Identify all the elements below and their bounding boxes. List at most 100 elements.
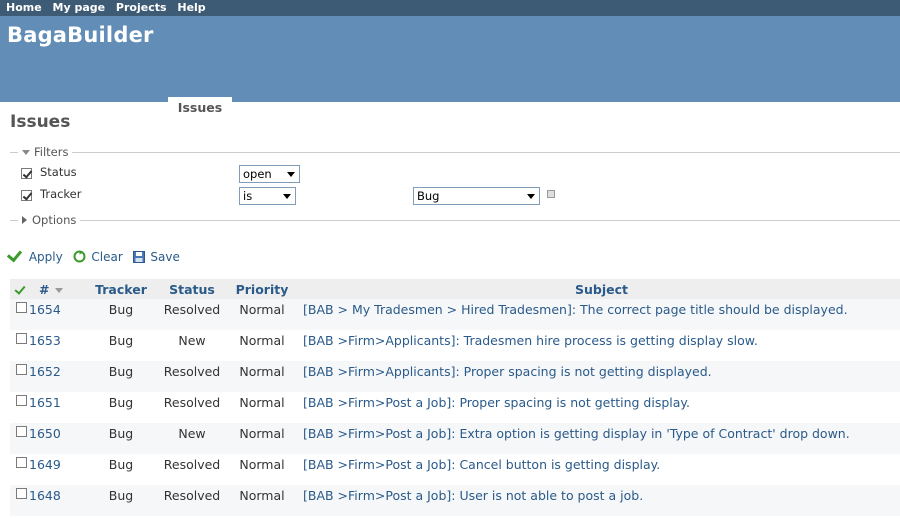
- issue-id-link[interactable]: 1650: [29, 426, 61, 441]
- tab-wiki[interactable]: Wiki: [629, 97, 680, 118]
- issue-subject-link[interactable]: [BAB >Firm>Applicants]: Tradesmen hire p…: [303, 333, 758, 348]
- issue-subject-link[interactable]: [BAB >Firm>Post a Job]: Proper spacing i…: [303, 395, 690, 410]
- issue-priority: Normal: [239, 364, 285, 379]
- issue-status: Resolved: [163, 395, 221, 410]
- issue-status: Resolved: [163, 302, 221, 317]
- table-row[interactable]: 1650 Bug New Normal [BAB >Firm>Post a Jo…: [10, 423, 900, 454]
- row-checkbox[interactable]: [16, 426, 27, 437]
- checkmark-icon: [6, 246, 23, 263]
- issue-id-link[interactable]: 1654: [29, 302, 61, 317]
- tab-documents[interactable]: Documents: [529, 97, 628, 118]
- app-title: BagaBuilder: [7, 23, 154, 47]
- page-title: Issues: [10, 112, 71, 132]
- issue-id-link[interactable]: 1652: [29, 364, 61, 379]
- top-menu-home[interactable]: Home: [6, 0, 42, 15]
- apply-button[interactable]: Apply: [6, 246, 67, 264]
- tab-issues[interactable]: Issues: [167, 97, 233, 118]
- options-legend[interactable]: Options: [18, 213, 81, 227]
- top-menu: Home My page Projects Help: [0, 0, 900, 16]
- chevron-down-icon: [287, 172, 295, 177]
- tab-gantt[interactable]: Gantt: [326, 97, 386, 118]
- issue-subject-link[interactable]: [BAB >Firm>Post a Job]: User is not able…: [303, 488, 643, 503]
- issue-tracker: Bug: [108, 302, 134, 317]
- status-operator-select[interactable]: open: [239, 165, 300, 183]
- column-header-priority[interactable]: Priority: [227, 279, 297, 299]
- top-menu-my-page[interactable]: My page: [53, 0, 106, 15]
- top-menu-help[interactable]: Help: [177, 0, 205, 15]
- issue-status: Resolved: [163, 457, 221, 472]
- issue-subject-link[interactable]: [BAB >Firm>Applicants]: Proper spacing i…: [303, 364, 712, 379]
- top-menu-projects[interactable]: Projects: [116, 0, 167, 15]
- tab-files[interactable]: Files: [681, 97, 734, 118]
- column-header-tracker[interactable]: Tracker: [85, 279, 157, 299]
- floppy-disk-icon: [132, 251, 145, 263]
- chevron-down-icon: [527, 194, 535, 199]
- issue-subject-link[interactable]: [BAB >Firm>Post a Job]: Extra option is …: [303, 426, 850, 441]
- tracker-filter-label: Tracker: [40, 187, 82, 201]
- checkmark-icon: [13, 282, 26, 295]
- row-checkbox[interactable]: [16, 488, 27, 499]
- issue-subject-link[interactable]: [BAB >Firm>Post a Job]: Cancel button is…: [303, 457, 660, 472]
- clear-button[interactable]: Clear: [73, 250, 127, 264]
- issue-id-link[interactable]: 1653: [29, 333, 61, 348]
- tab-news[interactable]: News: [470, 97, 528, 118]
- status-filter-checkbox[interactable]: [21, 168, 32, 179]
- tab-repository[interactable]: Repository: [735, 97, 831, 118]
- issue-tracker: Bug: [108, 426, 134, 441]
- issues-table: # Tracker Status Priority Subject 1654 B…: [10, 279, 900, 516]
- table-row[interactable]: 1648 Bug Resolved Normal [BAB >Firm>Post…: [10, 485, 900, 516]
- issue-priority: Normal: [239, 488, 285, 503]
- save-button[interactable]: Save: [132, 250, 180, 264]
- header: BagaBuilder Overview Activity Issues New is…: [0, 16, 900, 118]
- table-row[interactable]: 1653 Bug New Normal [BAB >Firm>Applicant…: [10, 330, 900, 361]
- column-header-status[interactable]: Status: [157, 279, 227, 299]
- issue-priority: Normal: [239, 302, 285, 317]
- tracker-filter-checkbox[interactable]: [21, 190, 32, 201]
- row-checkbox[interactable]: [16, 302, 27, 313]
- issue-priority: Normal: [239, 426, 285, 441]
- issue-tracker: Bug: [108, 457, 134, 472]
- main-menu: Overview Activity Issues New issue Gantt Cale…: [6, 97, 900, 118]
- issue-priority: Normal: [239, 395, 285, 410]
- filters-legend[interactable]: Filters: [18, 145, 73, 159]
- reload-icon: [73, 250, 86, 263]
- options-fieldset: Options: [10, 213, 900, 227]
- table-row[interactable]: 1649 Bug Resolved Normal [BAB >Firm>Post…: [10, 454, 900, 485]
- tab-settings[interactable]: Settings: [832, 97, 900, 118]
- issue-tracker: Bug: [108, 333, 134, 348]
- row-checkbox[interactable]: [16, 364, 27, 375]
- table-header-row: # Tracker Status Priority Subject: [10, 279, 900, 299]
- row-checkbox[interactable]: [16, 333, 27, 344]
- issue-tracker: Bug: [108, 488, 134, 503]
- issue-subject-link[interactable]: [BAB > My Tradesmen > Hired Tradesmen]: …: [303, 302, 848, 317]
- toggle-multiselect-icon[interactable]: [547, 190, 555, 198]
- tab-new-issue[interactable]: New issue: [233, 97, 324, 118]
- issue-priority: Normal: [239, 333, 285, 348]
- issue-id-link[interactable]: 1648: [29, 488, 61, 503]
- column-header-id[interactable]: #: [29, 279, 85, 299]
- tracker-operator-select[interactable]: is: [239, 187, 296, 205]
- tab-activity[interactable]: Activity: [93, 97, 167, 118]
- tracker-value-select[interactable]: Bug: [413, 187, 540, 205]
- issue-tracker: Bug: [108, 395, 134, 410]
- issue-id-link[interactable]: 1651: [29, 395, 61, 410]
- issue-priority: Normal: [239, 457, 285, 472]
- table-row[interactable]: 1652 Bug Resolved Normal [BAB >Firm>Appl…: [10, 361, 900, 392]
- column-header-subject[interactable]: Subject: [297, 279, 900, 299]
- issue-id-link[interactable]: 1649: [29, 457, 61, 472]
- issue-tracker: Bug: [108, 364, 134, 379]
- collapse-arrow-icon: [22, 150, 30, 155]
- select-all-toggle[interactable]: [10, 279, 29, 299]
- expand-arrow-icon: [22, 216, 27, 224]
- row-checkbox[interactable]: [16, 395, 27, 406]
- row-checkbox[interactable]: [16, 457, 27, 468]
- issue-status: New: [178, 333, 206, 348]
- issue-status: Resolved: [163, 364, 221, 379]
- issue-status: New: [178, 426, 206, 441]
- issue-status: Resolved: [163, 488, 221, 503]
- table-row[interactable]: 1651 Bug Resolved Normal [BAB >Firm>Post…: [10, 392, 900, 423]
- status-filter-label: Status: [40, 165, 77, 179]
- query-actions: Apply Clear Save: [6, 246, 180, 264]
- table-row[interactable]: 1654 Bug Resolved Normal [BAB > My Trade…: [10, 299, 900, 330]
- tab-calendar[interactable]: Calendar: [386, 97, 469, 118]
